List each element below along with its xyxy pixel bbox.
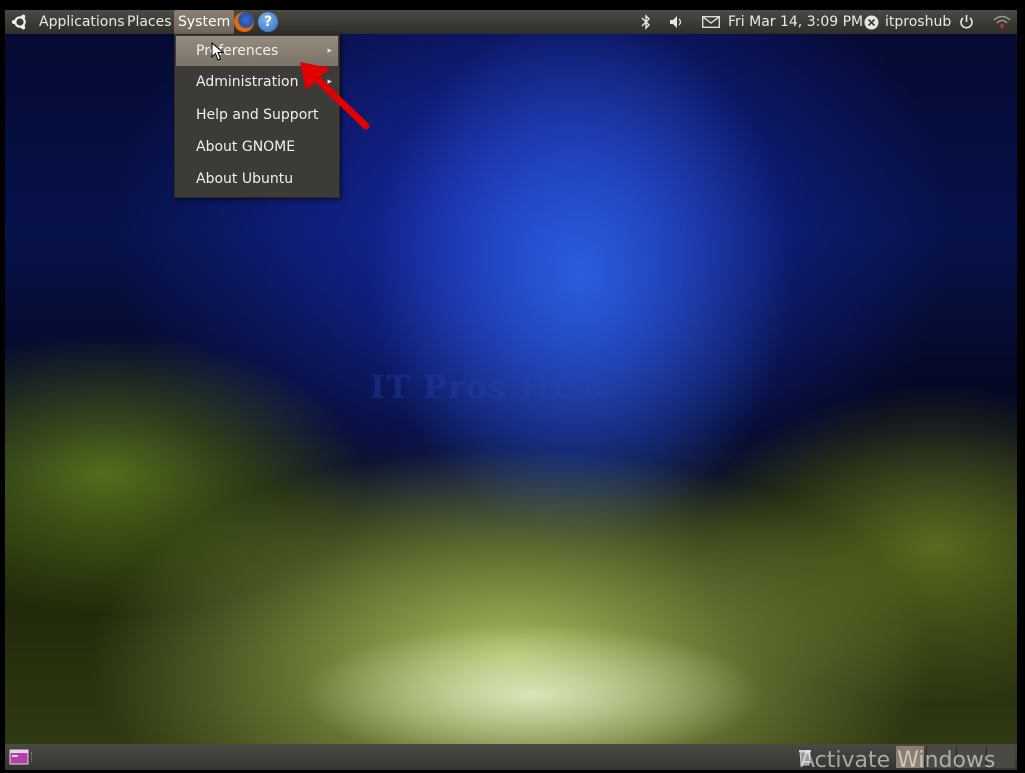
system-menu[interactable]: System (174, 10, 235, 34)
menu-item-label: Administration (196, 74, 299, 90)
mouse-pointer-icon (211, 42, 225, 61)
wallpaper-watermark: IT Pros HUB (370, 368, 608, 406)
applications-menu[interactable]: Applications (35, 10, 129, 34)
bluetooth-icon[interactable] (641, 14, 651, 38)
top-panel: Applications Places System ? Fri Mar 14,… (5, 10, 1017, 34)
network-icon[interactable] (993, 15, 1011, 39)
menu-item-label: Preferences (196, 43, 279, 59)
menu-item-label: About Ubuntu (196, 171, 294, 187)
show-desktop-icon[interactable] (9, 749, 29, 765)
clock[interactable]: Fri Mar 14, 3:09 PM (728, 10, 863, 34)
menu-item-about-ubuntu[interactable]: About Ubuntu (176, 164, 338, 194)
desktop-wallpaper[interactable]: IT Pros HUB (5, 34, 1017, 744)
ubuntu-logo-icon[interactable] (11, 13, 29, 31)
annotation-arrow-icon (300, 62, 370, 130)
firefox-icon[interactable] (234, 12, 254, 32)
power-icon[interactable] (959, 14, 974, 38)
activate-windows-watermark: Activate Windows (800, 748, 996, 773)
user-name[interactable]: itproshub (885, 10, 951, 34)
panel-separator (31, 752, 34, 762)
menu-item-label: About GNOME (196, 139, 296, 155)
help-icon[interactable]: ? (258, 12, 278, 32)
volume-icon[interactable] (669, 15, 685, 39)
places-menu[interactable]: Places (123, 10, 176, 34)
menu-item-about-gnome[interactable]: About GNOME (176, 132, 338, 162)
desktop-screen: IT Pros HUB Applications Places System ?… (0, 0, 1025, 773)
user-status-icon[interactable] (864, 15, 879, 39)
mail-icon[interactable] (702, 16, 720, 40)
